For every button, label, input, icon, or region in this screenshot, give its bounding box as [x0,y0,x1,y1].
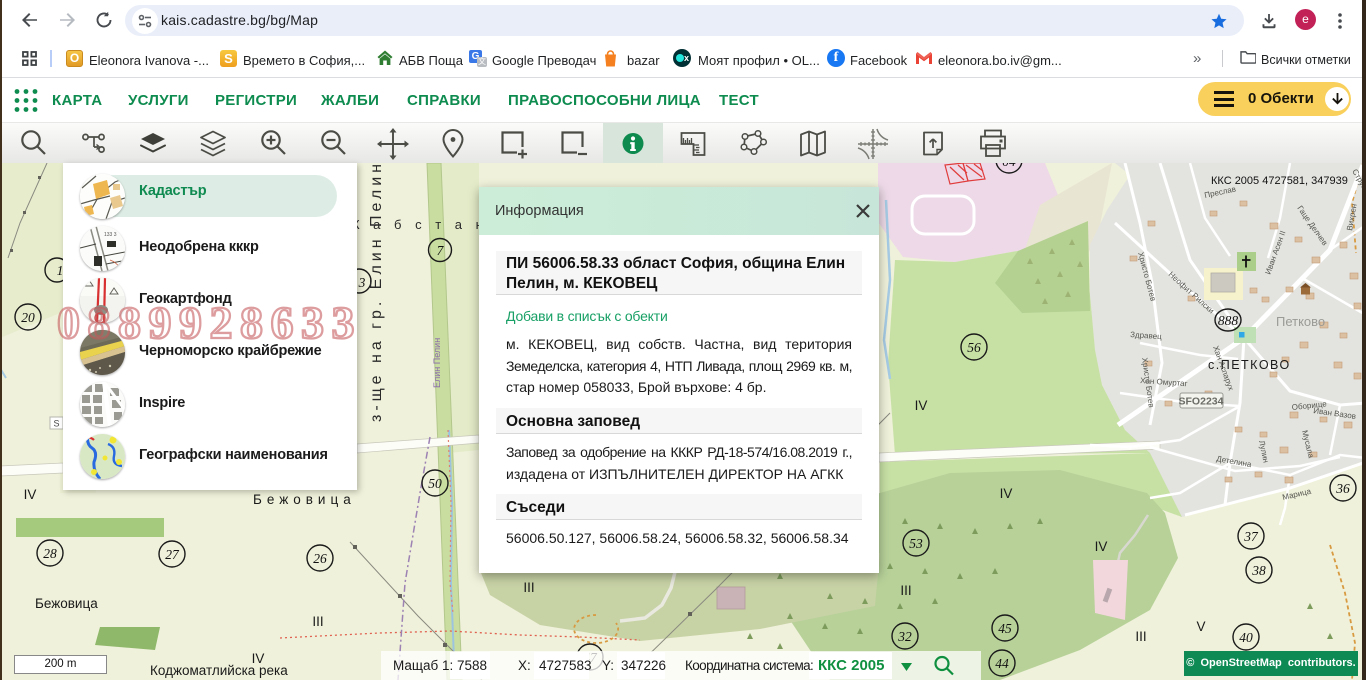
svg-text:з-ще на гр. Елин Пелин: з-ще на гр. Елин Пелин [368,163,385,422]
svg-text:IV: IV [915,398,928,413]
svg-text:28: 28 [43,546,57,561]
svg-text:04: 04 [1002,163,1016,169]
svg-text:133 3: 133 3 [104,232,117,238]
svg-text:53: 53 [909,536,923,551]
svg-text:Бежовица: Бежовица [35,596,98,611]
svg-text:III: III [900,583,911,598]
svg-text:III: III [1135,629,1146,644]
svg-text:Елин Пелин: Елин Пелин [432,338,442,388]
svg-text:56: 56 [967,340,981,355]
svg-text:IV: IV [24,487,37,502]
svg-text:50: 50 [428,476,442,491]
svg-text:V: V [1196,619,1205,634]
svg-text:S: S [53,419,59,429]
svg-text:20: 20 [21,310,35,325]
svg-text:IV: IV [1000,486,1013,501]
svg-text:IV: IV [1095,539,1108,554]
svg-text:III: III [312,614,323,629]
svg-text:40: 40 [1239,630,1253,645]
svg-text:27: 27 [165,547,180,562]
svg-text:26: 26 [313,551,327,566]
svg-text:32: 32 [897,629,912,644]
svg-text:Бежовица: Бежовица [253,492,356,507]
svg-text:Коджоматлийска река: Коджоматлийска река [150,663,288,678]
svg-text:37: 37 [1243,529,1259,544]
svg-text:888: 888 [1218,313,1239,328]
svg-text:45: 45 [998,621,1012,636]
svg-text:SFO2234: SFO2234 [1179,396,1224,408]
svg-text:III: III [523,580,534,595]
svg-text:3: 3 [358,275,366,290]
svg-text:44: 44 [995,656,1009,671]
svg-text:36: 36 [1335,481,1350,496]
svg-text:Петково: Петково [1276,314,1325,329]
svg-text:38: 38 [1251,563,1266,578]
